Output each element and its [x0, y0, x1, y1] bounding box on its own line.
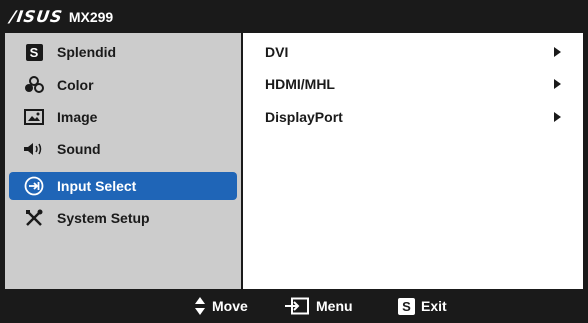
- menu-item-label: Sound: [57, 141, 101, 157]
- menu-item-input-select[interactable]: Input Select: [9, 172, 237, 200]
- menu-item-image[interactable]: Image: [9, 103, 237, 131]
- footer-bar: Move Menu S Exit: [0, 289, 588, 323]
- osd-window: /ISUS MX299 S Splendid Color Image Sound…: [0, 0, 588, 323]
- model-name: MX299: [68, 8, 114, 25]
- submenu-item-label: DisplayPort: [265, 109, 343, 125]
- footer-menu[interactable]: Menu: [284, 289, 353, 323]
- splendid-s-badge: S: [25, 43, 43, 61]
- exit-s-badge: S: [398, 297, 415, 315]
- submenu-item-label: HDMI/MHL: [265, 76, 335, 92]
- submenu-item-hdmi-mhl[interactable]: HDMI/MHL: [265, 73, 565, 95]
- splendid-s-icon: S: [23, 42, 45, 62]
- menu-item-color[interactable]: Color: [9, 71, 237, 99]
- color-palette-icon: [23, 75, 45, 95]
- chevron-right-icon: [554, 112, 561, 122]
- menu-item-label: Image: [57, 109, 98, 125]
- menu-item-system-setup[interactable]: System Setup: [9, 204, 237, 232]
- menu-item-splendid[interactable]: S Splendid: [9, 38, 237, 66]
- image-icon: [23, 107, 45, 127]
- chevron-right-icon: [554, 79, 561, 89]
- submenu-item-label: DVI: [265, 44, 289, 60]
- brand-logo: /ISUS: [8, 7, 65, 26]
- chevron-right-icon: [554, 47, 561, 57]
- menu-item-label: Splendid: [57, 44, 117, 60]
- footer-move[interactable]: Move: [194, 289, 248, 323]
- menu-item-label: System Setup: [57, 210, 150, 226]
- input-select-icon: [23, 176, 45, 196]
- submenu-panel: DVI HDMI/MHL DisplayPort: [243, 33, 583, 289]
- footer-move-label: Move: [212, 298, 248, 314]
- enter-icon: [284, 297, 310, 315]
- title-bar: /ISUS MX299: [0, 0, 588, 33]
- speaker-icon: [23, 139, 45, 159]
- tools-icon: [23, 208, 45, 228]
- footer-exit-label: Exit: [421, 298, 447, 314]
- footer-menu-label: Menu: [316, 298, 353, 314]
- exit-s-icon: S: [398, 297, 415, 315]
- menu-item-sound[interactable]: Sound: [9, 135, 237, 163]
- submenu-item-displayport[interactable]: DisplayPort: [265, 106, 565, 128]
- up-down-arrows-icon: [194, 296, 206, 316]
- footer-exit[interactable]: S Exit: [398, 289, 447, 323]
- menu-item-label: Input Select: [57, 178, 137, 194]
- submenu-item-dvi[interactable]: DVI: [265, 41, 565, 63]
- main-menu: S Splendid Color Image Sound Input Selec…: [5, 33, 241, 289]
- menu-item-label: Color: [57, 77, 94, 93]
